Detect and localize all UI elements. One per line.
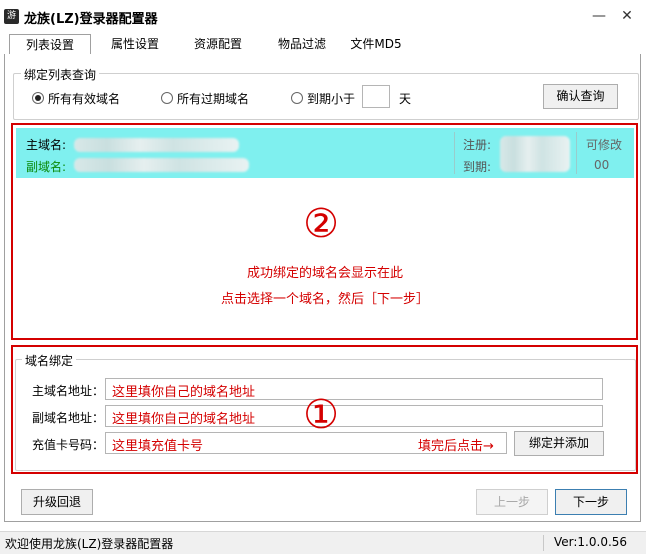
tab-attribute-settings[interactable]: 属性设置 (99, 34, 171, 54)
status-divider (543, 535, 544, 551)
secondary-address-value: 这里填你自己的域名地址 (112, 412, 256, 427)
bind-and-add-button[interactable]: 绑定并添加 (514, 431, 604, 456)
after-fill-hint: 填完后点击→ (418, 439, 494, 454)
radio-expire-less-than-label[interactable]: 到期小于 (307, 90, 355, 107)
status-welcome: 欢迎使用龙族(LZ)登录器配置器 (5, 537, 174, 551)
radio-expire-less-than[interactable] (291, 92, 303, 104)
row-divider (454, 132, 455, 174)
primary-address-input[interactable]: 这里填你自己的域名地址 (105, 378, 603, 400)
radio-all-valid-label[interactable]: 所有有效域名 (48, 90, 120, 107)
row-divider-2 (576, 132, 577, 174)
row-secondary-label: 副域名: (26, 160, 67, 174)
row-editable-value: 00 (594, 158, 610, 172)
primary-address-value: 这里填你自己的域名地址 (112, 385, 256, 400)
row-primary-label: 主域名: (26, 138, 67, 152)
prev-step-button[interactable]: 上一步 (476, 489, 548, 515)
status-version: Ver:1.0.0.56 (554, 535, 628, 549)
bind-group-legend: 域名绑定 (22, 352, 77, 369)
row-secondary-domain-redacted (74, 158, 249, 172)
domain-list-row[interactable]: 主域名: 副域名: 注册: 到期: 可修改 00 (16, 128, 634, 178)
secondary-address-input[interactable]: 这里填你自己的域名地址 (105, 405, 603, 427)
radio-all-expired-label[interactable]: 所有过期域名 (177, 90, 249, 107)
list-hint-line2: 点击选择一个域名，然后［下一步］ (220, 292, 429, 307)
row-expire-label: 到期: (463, 160, 492, 174)
annotation-number-1: ① (303, 392, 339, 438)
radio-all-expired[interactable] (161, 92, 173, 104)
secondary-address-label: 副域名地址： (32, 411, 105, 425)
next-step-button[interactable]: 下一步 (555, 489, 627, 515)
tab-item-filter[interactable]: 物品过滤 (266, 34, 338, 54)
tab-file-md5[interactable]: 文件MD5 (344, 34, 408, 54)
radio-all-valid[interactable] (32, 92, 44, 104)
days-unit-label: 天 (399, 92, 412, 106)
minimize-button[interactable]: — (588, 6, 610, 26)
status-bar: 欢迎使用龙族(LZ)登录器配置器 Ver:1.0.0.56 (0, 531, 646, 554)
close-button[interactable]: ✕ (616, 6, 638, 26)
app-icon: 游 (4, 9, 19, 24)
row-dates-redacted (500, 136, 570, 172)
tab-resource-config[interactable]: 资源配置 (181, 34, 255, 54)
row-primary-domain-redacted (74, 138, 239, 152)
card-number-label: 充值卡号码： (32, 438, 105, 452)
primary-address-label: 主域名地址： (32, 384, 105, 398)
card-number-value: 这里填充值卡号 (112, 439, 204, 454)
row-editable-label: 可修改 (586, 138, 623, 152)
confirm-query-button[interactable]: 确认查询 (543, 84, 618, 109)
row-register-label: 注册: (463, 138, 492, 152)
title-bar: 游 龙族(LZ)登录器配置器 — ✕ (0, 0, 646, 32)
list-hint-line1: 成功绑定的域名会显示在此 (246, 266, 403, 281)
annotation-number-2: ② (303, 201, 339, 247)
window-title: 龙族(LZ)登录器配置器 (24, 12, 158, 27)
upgrade-rollback-button[interactable]: 升级回退 (21, 489, 93, 515)
days-input[interactable] (362, 85, 390, 108)
query-group-legend: 绑定列表查询 (21, 66, 100, 83)
